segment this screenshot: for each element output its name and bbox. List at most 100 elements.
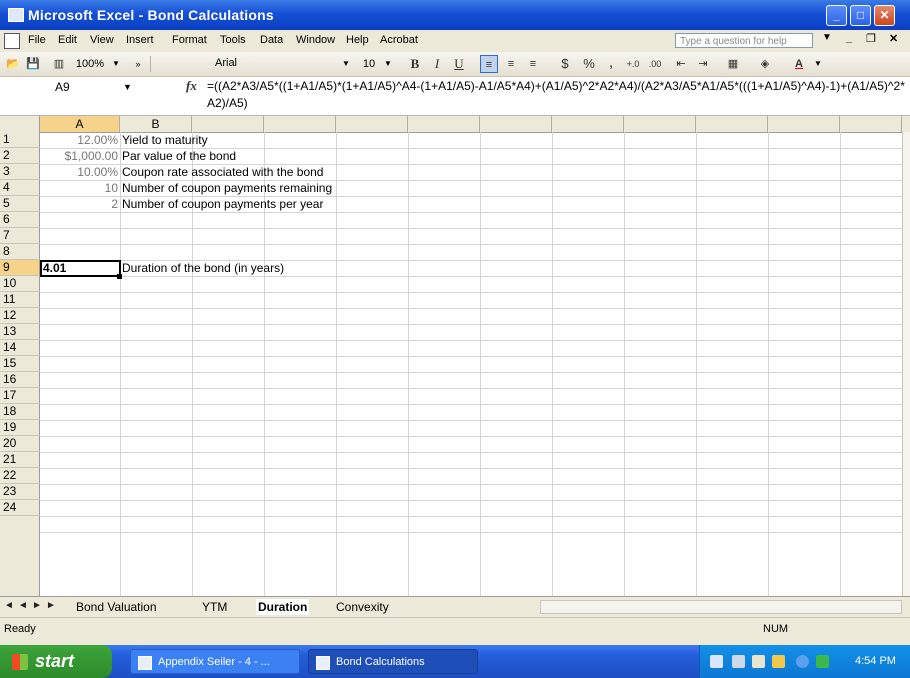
doc-restore-icon[interactable]: ❐ (866, 32, 876, 45)
row-header-22[interactable]: 22 (0, 468, 40, 484)
align-left-icon[interactable]: ≡ (480, 55, 498, 73)
start-button[interactable]: start (0, 645, 112, 678)
comma-style-icon[interactable]: , (602, 55, 620, 73)
font-size-dropdown-icon[interactable]: ▼ (382, 55, 394, 73)
next-sheet-icon[interactable]: ► (32, 600, 42, 611)
cell-b2[interactable]: Par value of the bond (122, 148, 236, 164)
cell-a3[interactable]: 10.00% (40, 164, 118, 180)
underline-icon[interactable]: U (450, 55, 468, 73)
menu-view[interactable]: View (90, 34, 114, 46)
first-sheet-icon[interactable]: ◄ (4, 600, 14, 611)
row-header-18[interactable]: 18 (0, 404, 40, 420)
worksheet-grid[interactable]: A B 1 2 3 4 5 6 7 8 9 10 11 12 13 14 15 … (0, 116, 910, 596)
cell-a5[interactable]: 2 (40, 196, 118, 212)
horizontal-scrollbar[interactable] (540, 600, 902, 614)
open-icon[interactable]: 📂 (4, 55, 22, 73)
row-header-13[interactable]: 13 (0, 324, 40, 340)
maximize-button[interactable]: □ (850, 5, 871, 26)
row-header-23[interactable]: 23 (0, 484, 40, 500)
cell-b3[interactable]: Coupon rate associated with the bond (122, 164, 323, 180)
column-header-b[interactable]: B (120, 116, 192, 132)
font-color-dropdown-icon[interactable]: ▼ (812, 55, 824, 73)
tray-app-icon[interactable] (816, 655, 829, 668)
zoom-value[interactable]: 100% (72, 55, 108, 73)
font-name-select[interactable]: Arial (212, 55, 340, 73)
row-header-8[interactable]: 8 (0, 244, 40, 260)
bold-icon[interactable]: B (406, 55, 424, 73)
percent-icon[interactable]: % (580, 55, 598, 73)
cell-b9[interactable]: Duration of the bond (in years) (122, 260, 284, 276)
font-size-select[interactable]: 10 (356, 55, 382, 73)
last-sheet-icon[interactable]: ► (46, 600, 56, 611)
row-header-7[interactable]: 7 (0, 228, 40, 244)
tray-speaker-icon[interactable] (772, 655, 785, 668)
row-header-15[interactable]: 15 (0, 356, 40, 372)
tab-ytm[interactable]: YTM (202, 599, 227, 615)
row-header-1[interactable]: 1 (0, 132, 40, 148)
row-header-20[interactable]: 20 (0, 436, 40, 452)
tray-shield-icon[interactable] (752, 655, 765, 668)
menu-file[interactable]: File (28, 34, 46, 46)
close-button[interactable]: ✕ (874, 5, 895, 26)
font-color-icon[interactable]: A (790, 55, 808, 73)
row-header-12[interactable]: 12 (0, 308, 40, 324)
menu-tools[interactable]: Tools (220, 34, 246, 46)
increase-decimal-icon[interactable]: +.0 (624, 55, 642, 73)
menu-data[interactable]: Data (260, 34, 283, 46)
taskbar-item-word[interactable]: Appendix Seiler - 4 - ... (130, 649, 300, 674)
column-header-d[interactable] (264, 116, 336, 132)
row-header-19[interactable]: 19 (0, 420, 40, 436)
column-header-f[interactable] (408, 116, 480, 132)
save-icon[interactable]: 💾 (24, 55, 42, 73)
column-header-i[interactable] (624, 116, 696, 132)
minimize-button[interactable]: _ (826, 5, 847, 26)
row-header-21[interactable]: 21 (0, 452, 40, 468)
column-header-a[interactable]: A (40, 116, 120, 132)
menu-help[interactable]: Help (346, 34, 369, 46)
tab-convexity[interactable]: Convexity (336, 599, 389, 615)
currency-icon[interactable]: $ (556, 55, 574, 73)
zoom-dropdown-icon[interactable]: ▼ (110, 55, 122, 73)
decrease-indent-icon[interactable]: ⇤ (672, 55, 690, 73)
name-box-dropdown-icon[interactable]: ▼ (123, 79, 132, 96)
increase-indent-icon[interactable]: ⇥ (694, 55, 712, 73)
italic-icon[interactable]: I (428, 55, 446, 73)
tab-bond-valuation[interactable]: Bond Valuation (76, 599, 157, 615)
column-header-h[interactable] (552, 116, 624, 132)
menu-acrobat[interactable]: Acrobat (380, 34, 418, 46)
menu-window[interactable]: Window (296, 34, 335, 46)
tray-pen-icon[interactable] (710, 655, 723, 668)
row-header-10[interactable]: 10 (0, 276, 40, 292)
name-box[interactable]: A9 ▼ (2, 79, 132, 96)
cell-b4[interactable]: Number of coupon payments remaining (122, 180, 332, 196)
document-icon[interactable] (4, 33, 20, 49)
insert-function-icon[interactable]: fx (186, 78, 197, 94)
align-right-icon[interactable]: ≡ (524, 55, 542, 73)
font-dropdown-icon[interactable]: ▼ (340, 55, 352, 73)
row-header-11[interactable]: 11 (0, 292, 40, 308)
borders-icon[interactable]: ▦ (724, 55, 742, 73)
doc-close-icon[interactable]: ✕ (889, 32, 898, 45)
column-header-l[interactable] (840, 116, 902, 132)
cell-a9[interactable]: 4.01 (40, 260, 121, 277)
cell-b1[interactable]: Yield to maturity (122, 132, 208, 148)
cell-a1[interactable]: 12.00% (40, 132, 118, 148)
tab-duration[interactable]: Duration (256, 599, 310, 615)
prev-sheet-icon[interactable]: ◄ (18, 600, 28, 611)
cell-b5[interactable]: Number of coupon payments per year (122, 196, 323, 212)
column-header-e[interactable] (336, 116, 408, 132)
taskbar-item-excel[interactable]: Bond Calculations (308, 649, 478, 674)
row-header-3[interactable]: 3 (0, 164, 40, 180)
row-header-16[interactable]: 16 (0, 372, 40, 388)
help-question-input[interactable]: Type a question for help (675, 33, 813, 48)
column-header-g[interactable] (480, 116, 552, 132)
formula-input[interactable]: =((A2*A3/A5*((1+A1/A5)*(1+A1/A5)^A4-(1+A… (207, 78, 907, 112)
row-header-5[interactable]: 5 (0, 196, 40, 212)
doc-minimize-icon[interactable]: _ (846, 32, 852, 44)
row-header-6[interactable]: 6 (0, 212, 40, 228)
cell-a4[interactable]: 10 (40, 180, 118, 196)
toolbar-more-icon[interactable]: » (132, 55, 144, 73)
row-header-2[interactable]: 2 (0, 148, 40, 164)
cell-a2[interactable]: $1,000.00 (40, 148, 118, 164)
menu-insert[interactable]: Insert (126, 34, 154, 46)
